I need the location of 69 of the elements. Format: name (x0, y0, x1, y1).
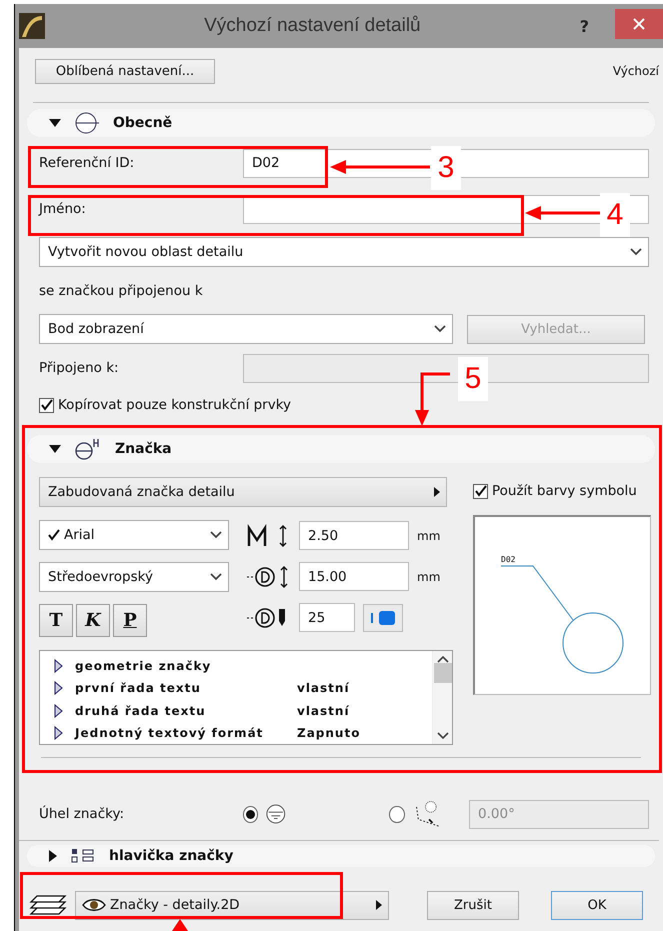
close-icon (633, 18, 645, 30)
chevron-down-icon (630, 248, 642, 256)
text-style-button[interactable]: K (76, 604, 110, 637)
font-dropdown[interactable]: Arial (39, 520, 229, 550)
marker-type-menu[interactable]: Zabudovaná značka detailu (39, 477, 447, 507)
submenu-arrow-icon (434, 487, 440, 497)
expand-triangle-icon[interactable] (54, 726, 63, 740)
scroll-down-icon[interactable] (436, 732, 448, 740)
favorites-button[interactable]: Oblíbená nastavení... (35, 58, 215, 84)
layer-selector[interactable]: Značky - detaily.2D (75, 890, 389, 920)
callout-arrow (172, 919, 188, 931)
section-header[interactable]: Značka (27, 435, 655, 463)
pen-color-icon (369, 610, 397, 626)
scrollbar[interactable] (432, 651, 452, 744)
input-field[interactable]: 15.00 (299, 562, 409, 591)
close-button[interactable] (615, 9, 663, 39)
text-style-button[interactable]: T (39, 604, 73, 637)
collapse-triangle-icon[interactable] (49, 119, 61, 127)
parameter-name: první řada textu (75, 681, 202, 696)
field-label: Úhel značky: (39, 806, 126, 822)
field-label: Připojeno k: (39, 360, 120, 376)
expand-triangle-icon[interactable] (49, 850, 57, 862)
parameter-name: druhá řada textu (75, 704, 207, 718)
callout-number: 4 (600, 193, 630, 237)
collapse-triangle-icon[interactable] (49, 445, 61, 453)
chevron-down-icon (210, 573, 222, 581)
scroll-up-icon[interactable] (436, 655, 448, 663)
header-table-icon (71, 848, 95, 864)
submenu-arrow-icon (376, 900, 382, 910)
callout-number: 3 (431, 146, 461, 190)
callout-number: 5 (458, 357, 488, 401)
parameter-value: vlastní (297, 681, 350, 696)
scroll-thumb[interactable] (434, 663, 452, 683)
help-button[interactable]: ? (580, 16, 589, 36)
section-header[interactable]: Obecně (27, 109, 655, 137)
dropdown[interactable]: Bod zobrazení (39, 314, 453, 344)
unit-label: mm (417, 528, 440, 542)
preset-label: Výchozí (612, 64, 659, 78)
input-field[interactable]: 2.50 (299, 521, 409, 550)
window-title: Výchozí nastavení detailů (203, 15, 422, 37)
pen-color-toggle[interactable] (363, 604, 403, 632)
unit-label: mm (417, 570, 440, 584)
marker-icon (75, 437, 101, 461)
section-marker-icon (75, 111, 99, 135)
preview-label: D02 (501, 555, 516, 564)
chevron-down-icon (210, 531, 222, 539)
input-field[interactable]: 25 (299, 603, 355, 632)
app-logo-icon (19, 13, 45, 39)
section-header[interactable]: hlavička značky (27, 845, 655, 867)
expand-triangle-icon[interactable] (54, 704, 63, 718)
parameter-name: geometrie značky (75, 659, 212, 674)
encoding-dropdown[interactable]: Středoevropský (39, 562, 229, 592)
horizontal-orientation-icon (266, 803, 286, 825)
ok-button[interactable]: OK (551, 890, 643, 920)
dropdown[interactable]: Vytvořit novou oblast detailu (39, 237, 649, 267)
text-style-button[interactable]: P (113, 604, 147, 637)
chevron-down-icon (434, 325, 446, 333)
eye-icon (82, 898, 106, 912)
field-label: Jméno: (39, 201, 87, 217)
expand-triangle-icon[interactable] (54, 681, 63, 696)
parameter-name: Jednotný textový formát (75, 726, 264, 740)
expand-triangle-icon[interactable] (54, 659, 63, 674)
field-label: se značkou připojenou k (39, 283, 203, 299)
parameter-value: vlastní (297, 704, 350, 718)
checkbox[interactable]: Použít barvy symbolu (473, 483, 651, 499)
checkbox[interactable]: Kopírovat pouze konstrukční prvky (39, 397, 292, 413)
field-label: Referenční ID: (39, 155, 136, 171)
cancel-button[interactable]: Zrušit (427, 890, 519, 920)
parameter-value: Zapnuto (297, 726, 360, 740)
